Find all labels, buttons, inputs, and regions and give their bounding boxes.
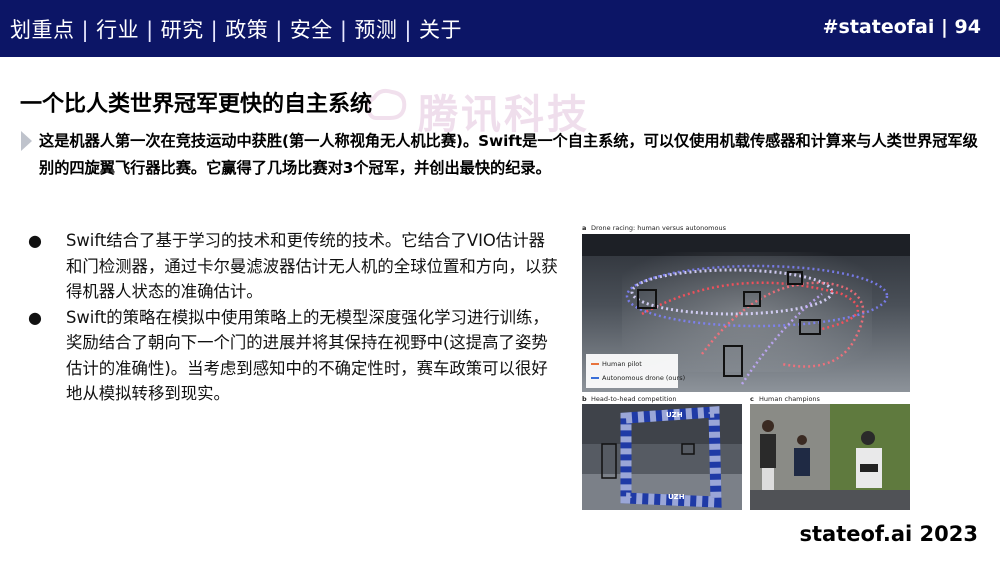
gate-label-bottom: UZH	[668, 493, 685, 501]
bullet-list: ● Swift结合了基于学习的技术和更传统的技术。它结合了VIO估计器和门检测器，…	[28, 228, 558, 407]
nav-separator: |	[146, 18, 154, 42]
drone-trajectory-illustration	[582, 234, 910, 392]
nav-item-about[interactable]: 关于	[419, 18, 462, 42]
pilots-illustration	[750, 404, 910, 510]
race-gate-illustration	[582, 404, 742, 510]
nav-separator: |	[81, 18, 90, 42]
section-nav: 划重点 | 行业 | 研究 | 政策 | 安全 | 预测 | 关于	[10, 14, 462, 44]
list-item: ● Swift结合了基于学习的技术和更传统的技术。它结合了VIO估计器和门检测器，…	[28, 228, 558, 305]
nav-item-highlights[interactable]: 划重点	[10, 18, 75, 42]
panel-a-caption: Drone racing: human versus autonomous	[591, 224, 726, 232]
nav-item-politics[interactable]: 政策	[225, 18, 268, 42]
nav-item-industry[interactable]: 行业	[96, 18, 139, 42]
list-item: ● Swift的策略在模拟中使用策略上的无模型深度强化学习进行训练，奖励结合了朝向…	[28, 305, 558, 407]
summary-arrow-icon	[21, 131, 32, 151]
nav-item-research[interactable]: 研究	[161, 18, 204, 42]
bullet-text: Swift的策略在模拟中使用策略上的无模型深度强化学习进行训练，奖励结合了朝向下…	[66, 307, 549, 404]
legend-human-pilot: Human pilot	[602, 360, 642, 368]
top-bar: 划重点 | 行业 | 研究 | 政策 | 安全 | 预测 | 关于 #stateofai | 94	[0, 0, 1000, 57]
gate-label-top: UZH	[666, 411, 683, 419]
bullet-text: Swift结合了基于学习的技术和更传统的技术。它结合了VIO估计器和门检测器，通…	[66, 231, 558, 301]
panel-b-caption: Head-to-head competition	[591, 395, 677, 403]
nav-separator: |	[404, 18, 412, 42]
head-to-head-photo: UZH UZH	[582, 404, 742, 510]
drone-racing-photo: Human pilot Autonomous drone (ours)	[582, 234, 910, 392]
nav-item-safety[interactable]: 安全	[290, 18, 333, 42]
slide-title: 一个比人类世界冠军更快的自主系统	[20, 92, 373, 117]
research-figure: a Drone racing: human versus autonomous	[580, 222, 912, 512]
summary-text: 这是机器人第一次在竞技运动中获胜(第一人称视角无人机比赛)。Swift是一个自主…	[39, 132, 978, 177]
nav-separator: |	[275, 18, 283, 42]
nav-separator: |	[339, 18, 348, 42]
bullet-dot-icon: ●	[28, 307, 42, 327]
panel-c-caption: Human champions	[759, 395, 820, 403]
nav-separator: |	[210, 18, 219, 42]
human-champions-photo	[750, 404, 910, 510]
footer-brand: stateof.ai 2023	[799, 522, 978, 546]
panel-b-letter: b	[582, 395, 587, 403]
legend-autonomous-drone: Autonomous drone (ours)	[602, 374, 686, 382]
bullet-dot-icon: ●	[28, 231, 42, 250]
panel-c-letter: c	[750, 395, 754, 403]
panel-a-letter: a	[582, 224, 587, 232]
nav-item-predictions[interactable]: 预测	[354, 18, 397, 42]
page-reference: #stateofai | 94	[822, 16, 981, 38]
